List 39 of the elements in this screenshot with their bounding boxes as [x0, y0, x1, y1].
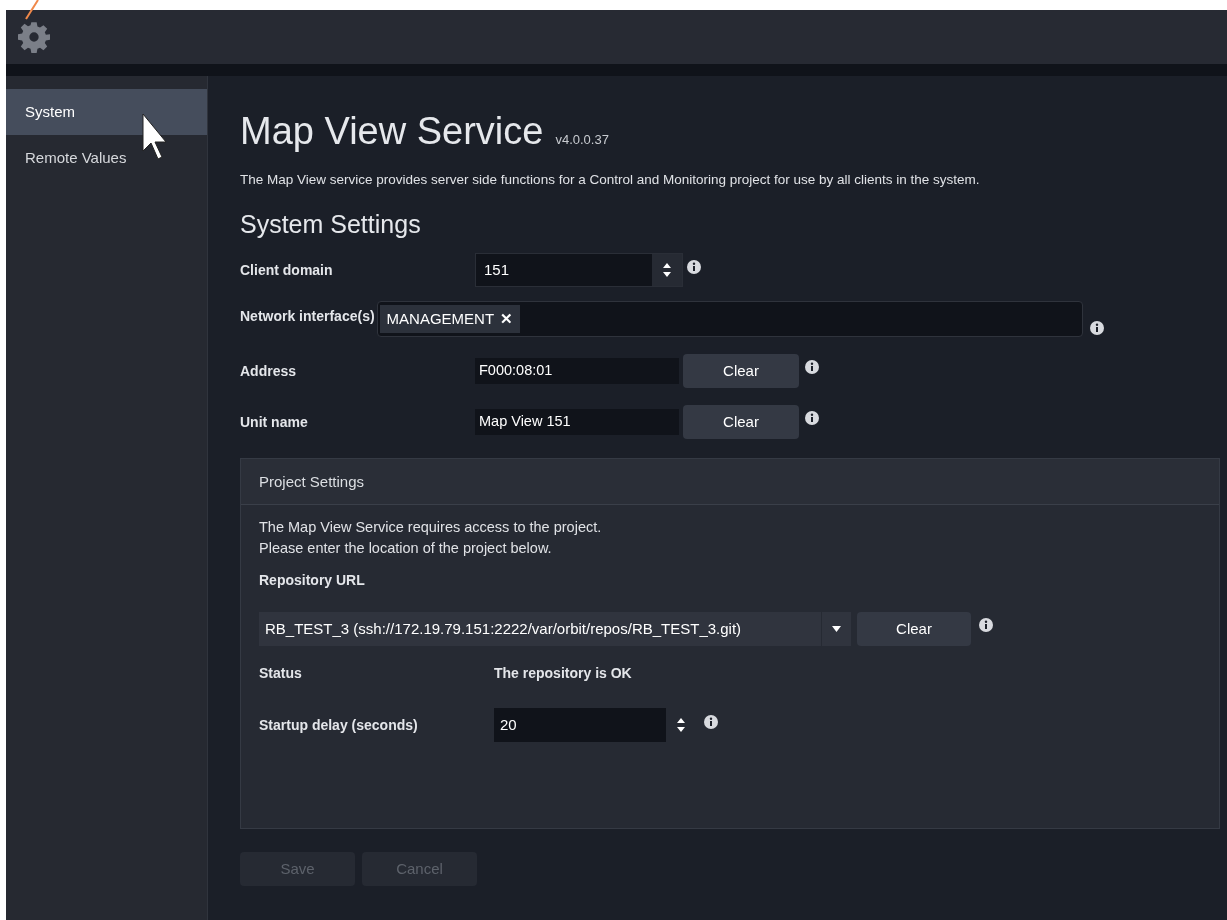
info-icon[interactable] — [704, 715, 718, 730]
up-down-arrows-icon — [662, 262, 672, 279]
remove-button[interactable]: ✕ — [500, 308, 514, 331]
leader-line — [25, 0, 39, 20]
caret-icon — [832, 626, 841, 633]
field-label: Unit name — [240, 412, 309, 432]
info-icon[interactable] — [979, 618, 993, 633]
field-label: Status — [259, 664, 303, 684]
panel-note: The Map View Service requires access to the project. Please enter the location of the project below. — [259, 518, 603, 559]
field-label: Address — [240, 361, 298, 381]
tag-chip: MANAGEMENT ✕ — [379, 305, 521, 334]
tag-field[interactable]: MANAGEMENT ✕ — [376, 301, 1083, 338]
info-icon[interactable] — [805, 411, 819, 426]
settings-icon[interactable] — [18, 21, 50, 53]
number-field[interactable]: 151 — [475, 253, 683, 288]
number-field[interactable]: 20 — [494, 708, 696, 743]
info-icon[interactable] — [805, 360, 819, 375]
version-label: v4.0.0.37 — [555, 131, 609, 149]
clear-button[interactable]: Clear — [683, 405, 799, 440]
clear-button[interactable]: Clear — [683, 354, 799, 389]
sidebar-item[interactable]: System — [6, 89, 207, 135]
repository-dropdown[interactable]: RB_TEST_3 (ssh://172.19.79.151:2222/var/orbit/repos/RB_TEST_3.git) — [259, 612, 851, 647]
text-field[interactable]: F000:08:01 — [475, 358, 679, 385]
sidebar-item[interactable]: Remote Values — [6, 135, 207, 181]
status-text: The repository is OK — [494, 664, 632, 684]
clear-button[interactable]: Clear — [857, 612, 971, 647]
section-title: System Settings — [240, 212, 422, 238]
page-title: Map View Service — [240, 112, 544, 150]
field-label: Repository URL — [259, 572, 365, 589]
field-label: Client domain — [240, 260, 334, 280]
spinner-button[interactable] — [652, 254, 682, 287]
info-icon[interactable] — [687, 260, 701, 275]
description: The Map View service provides server side functions for a Control and Monitoring project for use by all clients in the system. — [240, 171, 981, 189]
field-label: Network interface(s) — [240, 308, 375, 325]
field-label: Startup delay (seconds) — [259, 715, 419, 735]
panel-title: Project Settings — [259, 471, 365, 492]
info-icon[interactable] — [1089, 321, 1104, 336]
up-down-arrows-icon — [676, 717, 686, 734]
text-field[interactable]: Map View 151 — [475, 409, 679, 436]
